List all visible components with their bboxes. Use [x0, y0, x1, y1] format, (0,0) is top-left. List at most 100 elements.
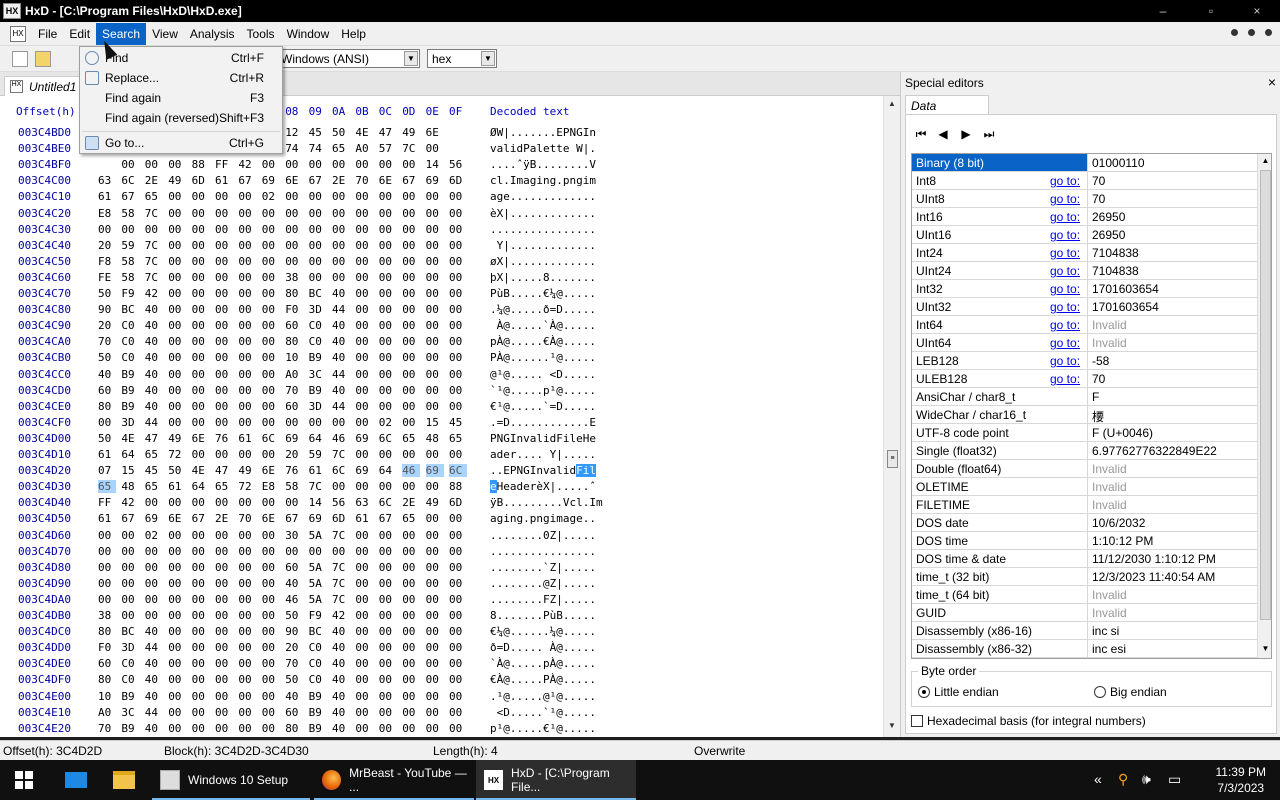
- inspector-row[interactable]: Int32 go to: 1701603654: [912, 280, 1257, 298]
- hex-byte[interactable]: 00: [215, 287, 233, 300]
- hex-byte[interactable]: 00: [379, 271, 397, 284]
- hex-byte[interactable]: 00: [168, 158, 186, 171]
- hex-byte[interactable]: 00: [426, 577, 444, 590]
- hex-byte[interactable]: 00: [192, 657, 210, 670]
- hex-byte[interactable]: 00: [355, 223, 373, 236]
- hex-byte[interactable]: 00: [262, 722, 280, 735]
- hex-byte[interactable]: 00: [449, 351, 467, 364]
- inspector-row-value[interactable]: 70: [1087, 172, 1257, 189]
- hex-byte[interactable]: 00: [449, 448, 467, 461]
- inspector-row-value[interactable]: 6.97762776322849E22: [1087, 442, 1257, 459]
- decoded-text[interactable]: ........@Z|.....: [490, 577, 596, 590]
- hex-byte[interactable]: 00: [262, 319, 280, 332]
- decoded-text[interactable]: `À@.....pÀ@.....: [490, 657, 596, 670]
- hex-byte[interactable]: 00: [355, 287, 373, 300]
- hex-byte[interactable]: 00: [192, 625, 210, 638]
- hex-byte[interactable]: 00: [402, 335, 420, 348]
- hex-byte[interactable]: 00: [402, 239, 420, 252]
- hex-byte[interactable]: 00: [355, 641, 373, 654]
- hex-row[interactable]: 003C4C70 50 F9 42 00 00 00 00 00 80 BC 40 00 00 00 00 00…: [0, 287, 880, 303]
- hex-byte[interactable]: 40: [332, 673, 350, 686]
- hex-byte[interactable]: 40: [145, 625, 163, 638]
- hex-byte[interactable]: 90: [285, 625, 303, 638]
- hex-byte[interactable]: 00: [192, 593, 210, 606]
- hex-byte[interactable]: 00: [285, 207, 303, 220]
- hex-byte[interactable]: 00: [168, 384, 186, 397]
- hex-byte[interactable]: 00: [215, 448, 233, 461]
- hex-byte[interactable]: 00: [238, 625, 256, 638]
- next-icon[interactable]: ▶: [957, 127, 975, 143]
- hex-byte[interactable]: 00: [215, 496, 233, 509]
- inspector-row-value[interactable]: F (U+0046): [1087, 424, 1257, 441]
- hex-byte[interactable]: 00: [426, 303, 444, 316]
- hex-byte[interactable]: 00: [145, 223, 163, 236]
- hex-byte[interactable]: 00: [145, 577, 163, 590]
- hex-byte[interactable]: 38: [285, 271, 303, 284]
- hex-byte[interactable]: 48: [426, 432, 444, 445]
- hex-byte[interactable]: 64: [121, 448, 139, 461]
- hex-byte[interactable]: B9: [121, 400, 139, 413]
- hex-row[interactable]: 003C4C50 F8 58 7C 00 00 00 00 00 00 00 00 00 00 00 00 00…: [0, 255, 880, 271]
- inspector-row-value[interactable]: 1:10:12 PM: [1087, 532, 1257, 549]
- hex-byte[interactable]: 7C: [332, 561, 350, 574]
- hex-byte[interactable]: 65: [215, 480, 233, 493]
- hex-byte[interactable]: C0: [309, 673, 327, 686]
- decoded-text[interactable]: ........`Z|.....: [490, 561, 596, 574]
- inspector-row-value[interactable]: 26950: [1087, 226, 1257, 243]
- hex-byte[interactable]: 00: [215, 577, 233, 590]
- hex-byte[interactable]: 20: [285, 641, 303, 654]
- hex-byte[interactable]: 64: [309, 432, 327, 445]
- hex-byte[interactable]: 67: [121, 190, 139, 203]
- goto-link[interactable]: go to:: [1050, 336, 1080, 350]
- hex-byte[interactable]: 00: [121, 223, 139, 236]
- hex-byte[interactable]: 00: [98, 545, 116, 558]
- inspector-row-value[interactable]: Invalid: [1087, 604, 1257, 621]
- hex-byte[interactable]: 00: [449, 190, 467, 203]
- hex-byte[interactable]: 6E: [192, 432, 210, 445]
- hex-byte[interactable]: 00: [426, 142, 444, 155]
- hex-byte[interactable]: 59: [309, 448, 327, 461]
- inspector-row-value[interactable]: 12/3/2023 11:40:54 AM: [1087, 568, 1257, 585]
- inspector-row-value[interactable]: Invalid: [1087, 586, 1257, 603]
- hex-byte[interactable]: 60: [285, 319, 303, 332]
- hex-byte[interactable]: 00: [285, 223, 303, 236]
- hex-row[interactable]: 003C4DD0 F0 3D 44 00 00 00 00 00 20 C0 40 00 00 00 00 00…: [0, 641, 880, 657]
- inspector-row[interactable]: UTF-8 code point F (U+0046): [912, 424, 1257, 442]
- hex-byte[interactable]: 00: [426, 625, 444, 638]
- inspector-row[interactable]: LEB128 go to: -58: [912, 352, 1257, 370]
- hex-byte[interactable]: 00: [402, 545, 420, 558]
- hex-byte[interactable]: 70: [285, 384, 303, 397]
- hex-byte[interactable]: 14: [426, 158, 444, 171]
- hex-byte[interactable]: 00: [168, 496, 186, 509]
- hex-row[interactable]: 003C4D40 FF 42 00 00 00 00 00 00 00 14 56 63 6C 2E 49 6D…: [0, 496, 880, 512]
- hex-byte[interactable]: 00: [402, 641, 420, 654]
- hex-byte[interactable]: 00: [121, 609, 139, 622]
- hex-byte[interactable]: 00: [449, 657, 467, 670]
- hex-byte[interactable]: 00: [355, 319, 373, 332]
- hex-row[interactable]: 003C4CE0 80 B9 40 00 00 00 00 00 60 3D 44 00 00 00 00 00…: [0, 400, 880, 416]
- decoded-text[interactable]: .=D............E: [490, 416, 596, 429]
- hex-row[interactable]: 003C4DC0 80 BC 40 00 00 00 00 00 90 BC 40 00 00 00 00 00…: [0, 625, 880, 641]
- menu-tools[interactable]: Tools: [241, 23, 281, 45]
- hex-byte[interactable]: B9: [121, 722, 139, 735]
- hex-byte[interactable]: 00: [262, 368, 280, 381]
- inspector-row-value[interactable]: 7104838: [1087, 262, 1257, 279]
- hex-byte[interactable]: 00: [449, 335, 467, 348]
- hex-byte[interactable]: 00: [426, 223, 444, 236]
- hex-byte[interactable]: 00: [379, 625, 397, 638]
- goto-link[interactable]: go to:: [1050, 282, 1080, 296]
- decoded-text[interactable]: Y|.............: [490, 239, 596, 252]
- hex-byte[interactable]: 65: [98, 480, 116, 494]
- hex-byte[interactable]: 00: [379, 641, 397, 654]
- decoded-text[interactable]: øX|.............: [490, 255, 596, 268]
- hex-byte[interactable]: C0: [309, 641, 327, 654]
- clock[interactable]: 11:39 PM 7/3/2023: [1216, 764, 1266, 796]
- hex-byte[interactable]: 00: [262, 577, 280, 590]
- hex-byte[interactable]: 2E: [332, 174, 350, 187]
- hex-byte[interactable]: 00: [215, 239, 233, 252]
- hex-byte[interactable]: 00: [426, 207, 444, 220]
- hex-byte[interactable]: 00: [192, 609, 210, 622]
- hex-byte[interactable]: 60: [285, 561, 303, 574]
- hex-byte[interactable]: 00: [215, 545, 233, 558]
- hex-byte[interactable]: 48: [121, 480, 139, 493]
